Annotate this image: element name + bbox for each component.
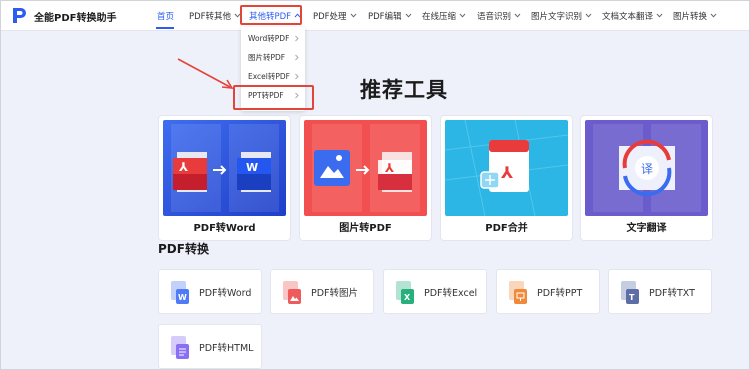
image-to-pdf-illustration: ⅄ bbox=[304, 120, 427, 216]
chevron-down-icon bbox=[710, 13, 717, 18]
dropdown-item-label: 图片转PDF bbox=[248, 53, 286, 62]
nav-compress[interactable]: 在线压缩 bbox=[422, 0, 467, 31]
nav-compress-label: 在线压缩 bbox=[422, 11, 457, 22]
translate-illustration: 译 bbox=[585, 120, 708, 216]
tool-label: 图片转PDF bbox=[339, 223, 392, 234]
nav-pdf-edit[interactable]: PDF编辑 bbox=[368, 0, 413, 31]
nav-speech-recognition-label: 语音识别 bbox=[477, 11, 512, 22]
dropdown-item-label: Word转PDF bbox=[248, 34, 290, 43]
tool-card-image-to-pdf[interactable]: ⅄ 图片转PDF bbox=[299, 115, 432, 241]
nav-doc-translate[interactable]: 文档文本翻译 bbox=[602, 0, 664, 31]
chevron-down-icon bbox=[514, 13, 521, 18]
svg-text:译: 译 bbox=[641, 162, 653, 176]
nav-image-convert-label: 图片转换 bbox=[673, 11, 708, 22]
tile-pdf-to-word[interactable]: W PDF转Word bbox=[158, 269, 262, 314]
tile-label: PDF转图片 bbox=[311, 288, 359, 299]
svg-text:T: T bbox=[629, 293, 635, 302]
top-navbar: 全能PDF转换助手 首页 PDF转其他 其他转PDF PDF处理 PDF编辑 在… bbox=[0, 0, 750, 31]
tile-pdf-to-html[interactable]: PDF转HTML bbox=[158, 324, 262, 369]
nav-pdf-edit-label: PDF编辑 bbox=[368, 11, 402, 22]
nav-image-ocr-label: 图片文字识别 bbox=[531, 11, 583, 22]
pdf-to-word-icon: W bbox=[171, 281, 189, 304]
tile-pdf-to-excel[interactable]: X PDF转Excel bbox=[383, 269, 487, 314]
pdf-to-txt-icon: T bbox=[621, 281, 639, 304]
tool-card-pdf-merge[interactable]: ⅄ PDF合并 bbox=[440, 115, 573, 241]
svg-text:W: W bbox=[246, 161, 258, 174]
nav-image-convert[interactable]: 图片转换 bbox=[673, 0, 718, 31]
recommend-title: 推荐工具 bbox=[360, 78, 448, 102]
chevron-down-icon bbox=[405, 13, 411, 18]
chevron-right-icon bbox=[295, 35, 299, 42]
chevron-down-icon bbox=[656, 13, 663, 18]
tile-label: PDF转Excel bbox=[424, 288, 478, 299]
dropdown-item-excel-to-pdf[interactable]: Excel转PDF bbox=[241, 67, 305, 86]
brand-name[interactable]: 全能PDF转换助手 bbox=[34, 9, 116, 24]
tile-label: PDF转Word bbox=[199, 288, 252, 299]
pdf-to-excel-icon: X bbox=[396, 281, 414, 304]
pdf-to-html-icon bbox=[171, 336, 189, 359]
app-logo-icon[interactable] bbox=[12, 7, 26, 24]
tool-label: PDF转Word bbox=[193, 223, 256, 234]
tool-card-pdf-to-word[interactable]: ⅄ W PDF转Word bbox=[158, 115, 291, 241]
nav-highlight-box bbox=[240, 5, 302, 25]
chevron-right-icon bbox=[295, 73, 299, 80]
chevron-down-icon bbox=[585, 13, 592, 18]
dropdown-item-image-to-pdf[interactable]: 图片转PDF bbox=[241, 48, 305, 67]
nav-speech-recognition[interactable]: 语音识别 bbox=[477, 0, 522, 31]
chevron-right-icon bbox=[295, 54, 299, 61]
tile-label: PDF转HTML bbox=[199, 343, 254, 354]
pdf-convert-section-title: PDF转换 bbox=[158, 242, 209, 256]
svg-text:⅄: ⅄ bbox=[384, 161, 394, 175]
chevron-down-icon bbox=[459, 13, 466, 18]
pdf-to-image-icon bbox=[283, 281, 301, 304]
tile-pdf-to-ppt[interactable]: PDF转PPT bbox=[496, 269, 600, 314]
tile-pdf-to-image[interactable]: PDF转图片 bbox=[270, 269, 374, 314]
tool-card-text-translate[interactable]: 译 文字翻译 bbox=[580, 115, 713, 241]
chevron-down-icon bbox=[350, 13, 356, 18]
ppt-to-pdf-highlight-box bbox=[233, 85, 314, 110]
nav-pdf-to-other[interactable]: PDF转其他 bbox=[189, 0, 242, 31]
nav-pdf-process[interactable]: PDF处理 bbox=[313, 0, 358, 31]
red-pointer-arrow bbox=[177, 58, 234, 89]
nav-image-ocr[interactable]: 图片文字识别 bbox=[531, 0, 593, 31]
svg-text:⅄: ⅄ bbox=[500, 163, 513, 182]
tool-label: 文字翻译 bbox=[626, 223, 667, 234]
nav-doc-translate-label: 文档文本翻译 bbox=[602, 11, 654, 22]
tile-label: PDF转PPT bbox=[537, 288, 583, 299]
nav-home-label: 首页 bbox=[157, 11, 175, 22]
nav-pdf-process-label: PDF处理 bbox=[313, 11, 347, 22]
dropdown-item-word-to-pdf[interactable]: Word转PDF bbox=[241, 29, 305, 48]
svg-text:⅄: ⅄ bbox=[178, 160, 188, 174]
pdf-merge-illustration: ⅄ bbox=[445, 120, 568, 216]
svg-text:W: W bbox=[178, 293, 187, 302]
tile-label: PDF转TXT bbox=[649, 288, 695, 299]
pdf-to-ppt-icon bbox=[509, 281, 527, 304]
nav-active-underline bbox=[156, 27, 174, 29]
svg-text:X: X bbox=[404, 293, 411, 302]
nav-pdf-to-other-label: PDF转其他 bbox=[189, 11, 232, 22]
tool-label: PDF合并 bbox=[485, 223, 528, 234]
dropdown-item-label: Excel转PDF bbox=[248, 72, 290, 81]
tile-pdf-to-txt[interactable]: T PDF转TXT bbox=[608, 269, 712, 314]
pdf-to-word-illustration: ⅄ W bbox=[163, 120, 286, 216]
